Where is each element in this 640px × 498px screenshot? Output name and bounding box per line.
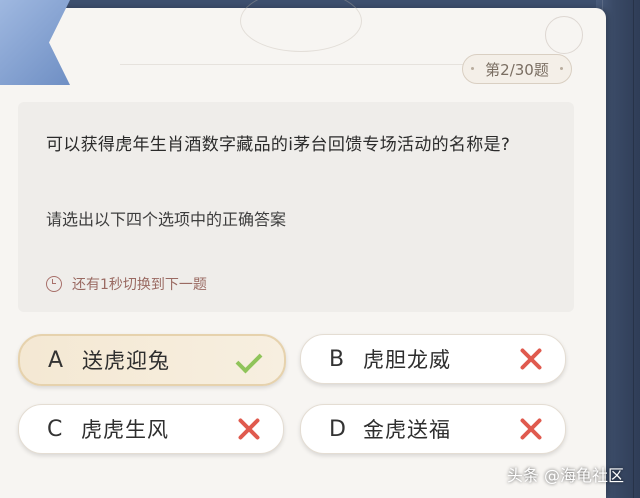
quiz-page: 第2/30题 可以获得虎年生肖酒数字藏品的i茅台回馈专场活动的名称是? 请选出以… (0, 0, 606, 498)
option-text: 送虎迎兔 (82, 349, 170, 373)
check-icon (236, 346, 264, 374)
clock-icon (46, 276, 62, 292)
watermark: 头条 @海龟社区 (506, 466, 624, 485)
option-letter: C (47, 416, 63, 442)
cross-icon (235, 415, 263, 443)
question-text: 可以获得虎年生肖酒数字藏品的i茅台回馈专场活动的名称是? (46, 135, 511, 155)
cross-icon (517, 415, 545, 443)
option-letter: A (48, 347, 64, 373)
timer-text: 还有1秒切换到下一题 (72, 277, 207, 293)
option-a-button[interactable]: A 送虎迎兔 (18, 334, 286, 386)
decoration-circle-icon (545, 16, 583, 54)
option-b-button[interactable]: B 虎胆龙威 (300, 334, 566, 384)
option-c-button[interactable]: C 虎虎生风 (18, 404, 284, 454)
question-box: 可以获得虎年生肖酒数字藏品的i茅台回馈专场活动的名称是? 请选出以下四个选项中的… (18, 102, 574, 312)
option-text: 虎虎生风 (81, 418, 169, 442)
question-hint: 请选出以下四个选项中的正确答案 (46, 210, 287, 229)
question-counter: 第2/30题 (462, 54, 572, 84)
countdown-timer: 还有1秒切换到下一题 (46, 274, 207, 294)
option-text: 金虎送福 (363, 418, 451, 442)
page-decoration (120, 0, 480, 65)
option-d-button[interactable]: D 金虎送福 (300, 404, 566, 454)
cross-icon (517, 345, 545, 373)
option-letter: B (329, 346, 345, 372)
option-text: 虎胆龙威 (363, 348, 451, 372)
option-letter: D (329, 416, 346, 442)
